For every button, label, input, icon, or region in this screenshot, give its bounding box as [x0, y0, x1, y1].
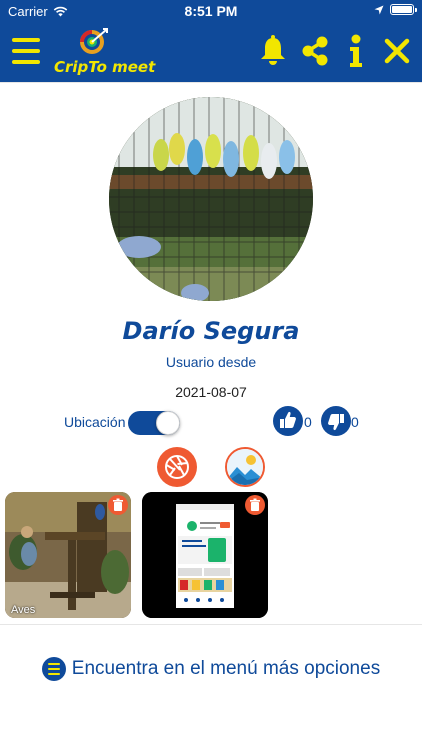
logo-target-icon: [80, 28, 108, 54]
menu-hint-text: Encuentra en el menú más opciones: [71, 658, 381, 679]
share-icon: [302, 36, 328, 66]
delete-photo-button[interactable]: [245, 495, 265, 515]
dislike-button[interactable]: [321, 406, 351, 436]
close-icon: [384, 38, 410, 64]
dislike-count: 0: [351, 414, 359, 430]
logo-text: CripTo meet: [54, 58, 156, 76]
notifications-button[interactable]: [258, 35, 288, 67]
camera-button[interactable]: [157, 447, 197, 487]
bell-icon: [261, 35, 285, 65]
gallery-button[interactable]: [225, 447, 265, 487]
member-since-label: Usuario desde: [165, 354, 257, 370]
menu-icon-bar: [12, 38, 40, 42]
info-icon: [350, 34, 362, 67]
gallery-icon: [227, 449, 263, 485]
menu-hint-icon-bar: [47, 663, 60, 665]
profile-avatar[interactable]: [109, 97, 313, 301]
location-arrow-icon: [374, 5, 384, 14]
menu-hint: Encuentra en el menú más opciones: [0, 657, 422, 681]
status-time: 8:51 PM: [184, 3, 238, 19]
like-button[interactable]: [273, 406, 303, 436]
avatar-photo: [109, 97, 313, 301]
location-toggle[interactable]: [128, 411, 180, 435]
menu-icon-bar: [12, 49, 40, 53]
info-button[interactable]: [346, 34, 366, 68]
menu-hint-icon: [41, 657, 66, 681]
trash-icon: [113, 498, 123, 511]
menu-hint-icon-bar: [47, 673, 60, 675]
menu-button[interactable]: [12, 38, 40, 64]
thumbs-up-icon: [280, 411, 296, 428]
photo-caption: Aves: [11, 604, 36, 616]
camera-icon: [165, 455, 189, 479]
status-bar-right: [374, 4, 417, 15]
location-label: Ubicación: [64, 414, 126, 430]
nav-bar: CripTo meet: [0, 22, 422, 82]
share-button[interactable]: [300, 35, 330, 67]
photo-thumbnail[interactable]: [142, 492, 268, 618]
thumbs-down-icon: [328, 414, 344, 431]
like-count: 0: [304, 414, 312, 430]
close-button[interactable]: [384, 38, 410, 64]
user-name: Darío Segura: [122, 317, 300, 345]
header-divider: [0, 82, 422, 83]
footer-divider: [0, 624, 422, 625]
photo-thumbnail[interactable]: Aves: [5, 492, 131, 618]
status-bar: Carrier 8:51 PM: [0, 0, 422, 22]
member-since-date: 2021-08-07: [175, 384, 247, 400]
app-logo: CripTo meet: [54, 26, 156, 78]
menu-hint-icon-bar: [47, 668, 60, 670]
battery-icon: [390, 4, 417, 15]
toggle-knob: [156, 411, 180, 435]
trash-icon: [250, 498, 260, 511]
delete-photo-button[interactable]: [108, 495, 128, 515]
menu-icon-bar: [12, 60, 40, 64]
